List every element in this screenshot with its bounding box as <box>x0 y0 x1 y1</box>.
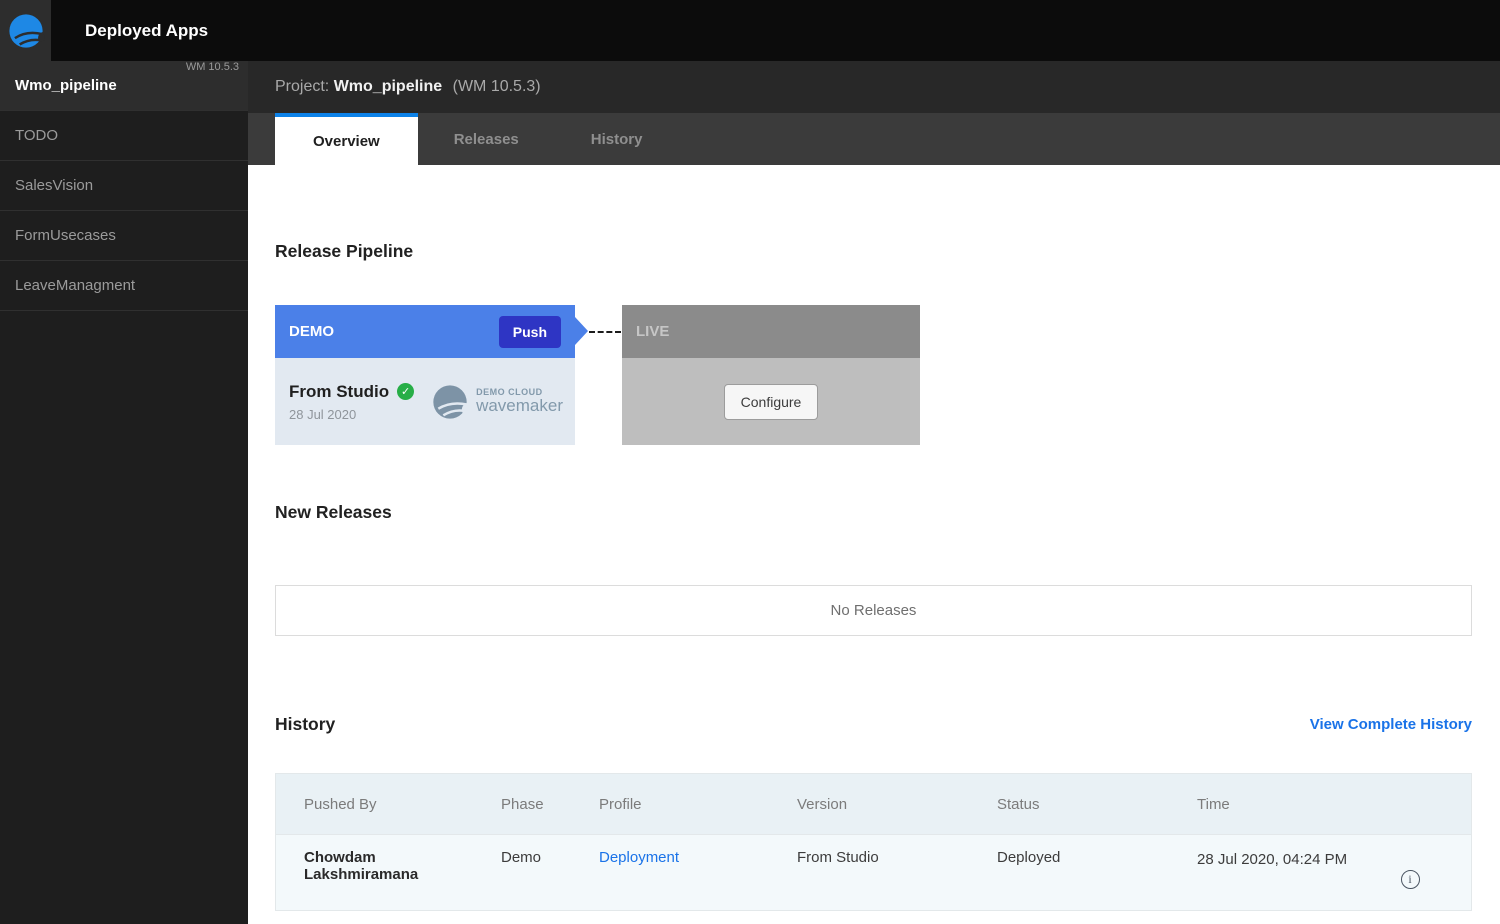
col-version: Version <box>769 796 969 813</box>
sidebar-item-formusecases[interactable]: FormUsecases <box>0 211 248 261</box>
sidebar-item-leavemanagment[interactable]: LeaveManagment <box>0 261 248 311</box>
deployment-link[interactable]: Deployment <box>599 849 679 866</box>
demo-phase-label: DEMO <box>289 323 334 340</box>
project-name: Wmo_pipeline <box>334 78 442 95</box>
live-phase-card: LIVE Configure <box>622 305 920 445</box>
col-phase: Phase <box>473 796 571 813</box>
col-status: Status <box>969 796 1169 813</box>
live-card-body: Configure <box>622 358 920 445</box>
page-title: Deployed Apps <box>85 0 208 61</box>
release-pipeline-heading: Release Pipeline <box>275 241 1472 262</box>
row-pushed-by: Chowdam Lakshmiramana <box>304 849 444 883</box>
sidebar-item-label: TODO <box>15 127 58 144</box>
wavemaker-logo[interactable] <box>0 0 51 61</box>
wavemaker-wave-icon <box>430 382 470 422</box>
pipeline-dashed-connector <box>589 331 621 333</box>
project-version: (WM 10.5.3) <box>453 78 541 95</box>
history-section-header: History View Complete History <box>275 714 1472 735</box>
tab-history[interactable]: History <box>555 113 679 165</box>
view-complete-history-link[interactable]: View Complete History <box>1310 716 1472 733</box>
project-prefix-label: Project: <box>275 78 329 95</box>
success-check-icon: ✓ <box>397 383 414 400</box>
project-header: Project: Wmo_pipeline (WM 10.5.3) <box>248 61 1500 113</box>
pipeline-arrow <box>575 317 588 345</box>
col-time: Time <box>1169 796 1349 813</box>
topbar: Deployed Apps <box>0 0 1500 61</box>
demo-cloud-logo: DEMO CLOUD wavemaker <box>430 382 563 422</box>
logo-wavemaker-text: wavemaker <box>476 397 563 415</box>
deployment-date: 28 Jul 2020 <box>289 407 414 422</box>
row-status: Deployed <box>969 835 1169 880</box>
sidebar-item-label: LeaveManagment <box>15 277 135 294</box>
demo-phase-card: DEMO Push From Studio ✓ 28 Jul 2020 <box>275 305 575 445</box>
table-row: Chowdam Lakshmiramana Demo Deployment Fr… <box>276 834 1471 910</box>
sidebar-item-label: SalesVision <box>15 177 93 194</box>
new-releases-heading: New Releases <box>275 502 1472 523</box>
sidebar-item-label: Wmo_pipeline <box>15 77 117 94</box>
live-card-header: LIVE <box>622 305 920 358</box>
pipeline-cards: DEMO Push From Studio ✓ 28 Jul 2020 <box>275 305 1472 445</box>
overview-content: Release Pipeline DEMO Push From Studio ✓… <box>248 241 1500 911</box>
tab-bar: Overview Releases History <box>248 113 1500 165</box>
projects-sidebar: WM 10.5.3 Wmo_pipeline TODO SalesVision … <box>0 61 248 924</box>
tab-releases[interactable]: Releases <box>418 113 555 165</box>
sidebar-item-todo[interactable]: TODO <box>0 111 248 161</box>
row-version: From Studio <box>769 835 969 880</box>
push-button[interactable]: Push <box>499 316 561 348</box>
no-releases-text: No Releases <box>831 602 917 619</box>
live-phase-label: LIVE <box>636 323 669 340</box>
tab-overview[interactable]: Overview <box>275 113 418 165</box>
deployment-source-label: From Studio <box>289 382 389 402</box>
configure-button[interactable]: Configure <box>724 384 819 420</box>
col-profile: Profile <box>571 796 769 813</box>
info-icon[interactable]: i <box>1401 870 1420 889</box>
history-heading: History <box>275 714 335 735</box>
demo-card-body: From Studio ✓ 28 Jul 2020 <box>275 358 575 445</box>
sidebar-item-wmo-pipeline[interactable]: WM 10.5.3 Wmo_pipeline <box>0 61 248 111</box>
sidebar-item-label: FormUsecases <box>15 227 116 244</box>
history-table-header: Pushed By Phase Profile Version Status T… <box>276 774 1471 834</box>
col-pushed-by: Pushed By <box>276 796 473 813</box>
no-releases-box: No Releases <box>275 585 1472 636</box>
wave-icon <box>7 12 45 50</box>
row-phase: Demo <box>473 835 571 880</box>
history-table: Pushed By Phase Profile Version Status T… <box>275 773 1472 911</box>
row-time: 28 Jul 2020, 04:24 PM <box>1169 835 1349 886</box>
sidebar-item-salesvision[interactable]: SalesVision <box>0 161 248 211</box>
main-panel: Project: Wmo_pipeline (WM 10.5.3) Overvi… <box>248 61 1500 924</box>
demo-card-header: DEMO Push <box>275 305 575 358</box>
